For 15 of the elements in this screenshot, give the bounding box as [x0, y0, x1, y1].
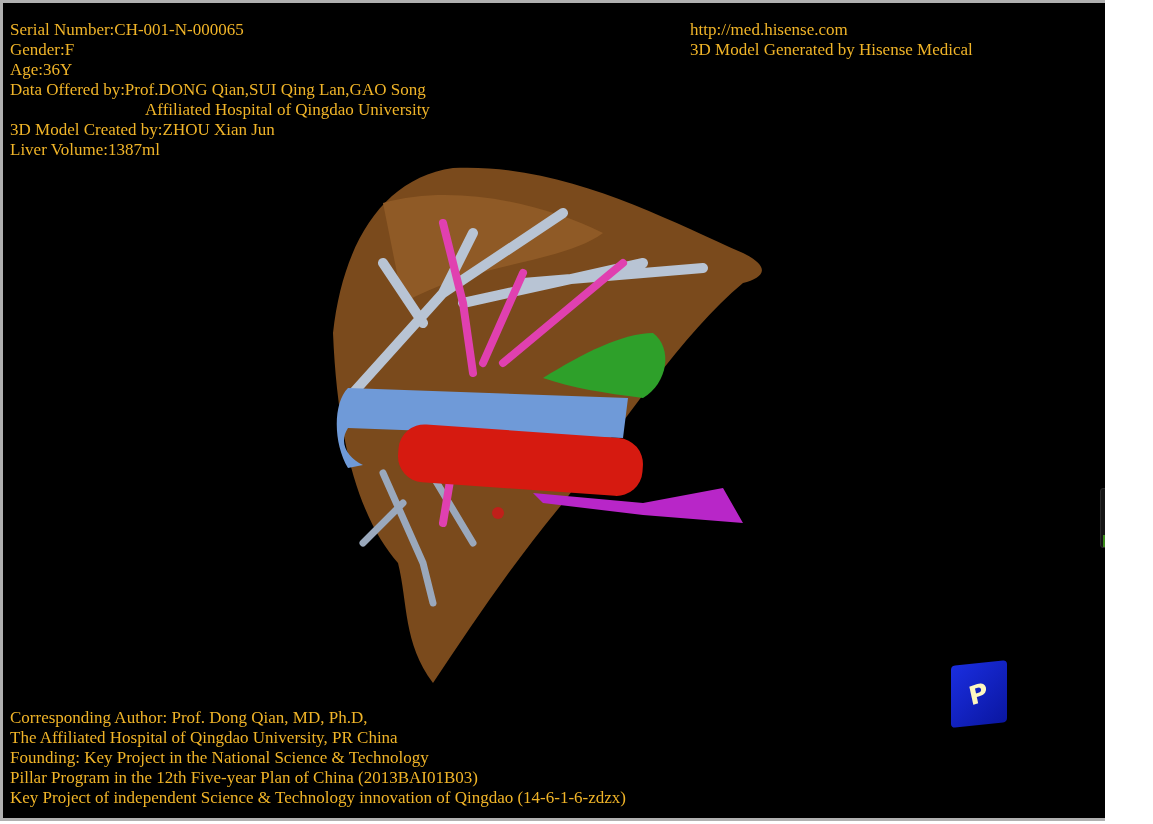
- info-text: Data Offered by:Prof.DONG Qian,SUI Qing Lan,GAO Song: [10, 80, 427, 100]
- info-text: Age:36Y: [10, 60, 74, 80]
- credit-text: Pillar Program in the 12th Five-year Plan of China (2013BAI01B03): [10, 768, 479, 788]
- info-text: http://med.hisense.com: [690, 20, 849, 40]
- credit-text: Corresponding Author: Prof. Dong Qian, MD, Ph.D,: [10, 708, 369, 728]
- credit-text: The Affiliated Hospital of Qingdao University, PR China: [10, 728, 399, 748]
- credit-text: Founding: Key Project in the National Science & Technology: [10, 748, 430, 768]
- info-text: 3D Model Generated by Hisense Medical: [690, 40, 973, 60]
- orientation-cube[interactable]: P: [951, 660, 1007, 728]
- credit-text: Key Project of independent Science & Technology innovation of Qingdao (14-6-1-6-zdzx): [10, 788, 626, 808]
- info-text: Liver Volume:1387ml: [10, 140, 161, 160]
- info-text: Serial Number:CH-001-N-000065: [10, 20, 245, 40]
- info-text: Gender:F: [10, 40, 76, 60]
- info-text: Affiliated Hospital of Qingdao University: [144, 100, 430, 120]
- info-text: 3D Model Created by:ZHOU Xian Jun: [10, 120, 276, 140]
